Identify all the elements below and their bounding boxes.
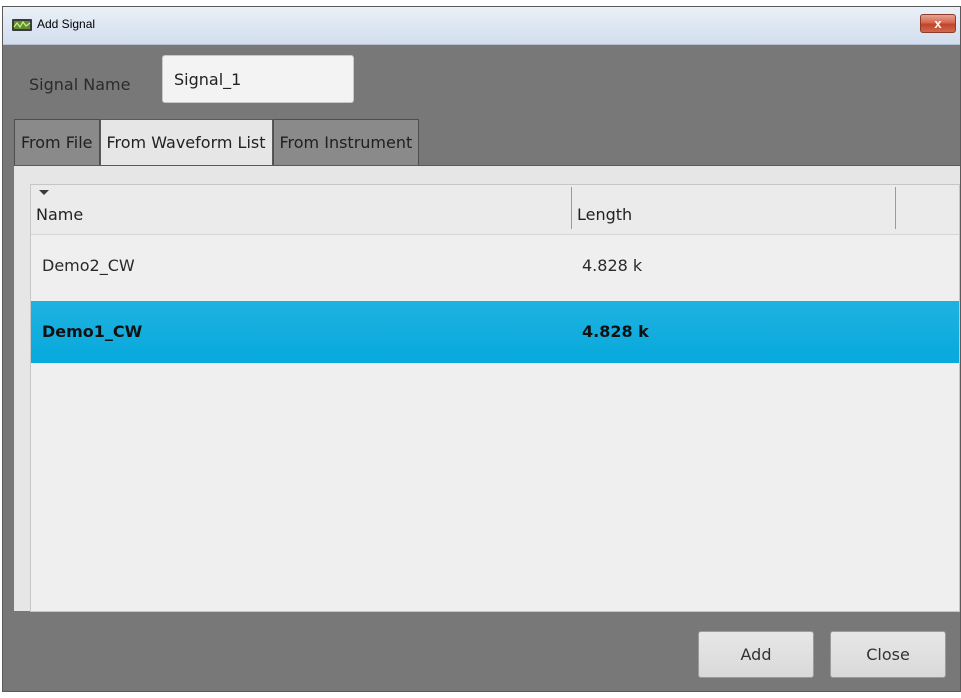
waveform-list-panel: Name Length Demo2_CW 4.828 k Demo1_CW 4.… xyxy=(14,165,960,612)
row-name-cell: Demo2_CW xyxy=(42,256,135,275)
signal-name-input[interactable] xyxy=(162,55,354,103)
table-row[interactable]: Demo2_CW 4.828 k xyxy=(31,235,959,297)
column-divider[interactable] xyxy=(895,187,896,229)
close-icon: x xyxy=(934,16,942,31)
column-header-length-label: Length xyxy=(577,205,633,224)
column-header-name[interactable]: Name xyxy=(31,185,571,235)
table-row-selected[interactable]: Demo1_CW 4.828 k xyxy=(31,301,959,363)
window-close-button[interactable]: x xyxy=(920,14,956,33)
tab-from-file[interactable]: From File xyxy=(14,119,100,165)
app-icon xyxy=(12,19,32,31)
waveform-grid[interactable]: Name Length Demo2_CW 4.828 k Demo1_CW 4.… xyxy=(30,184,960,612)
signal-name-label: Signal Name xyxy=(29,75,131,94)
column-header-name-label: Name xyxy=(36,205,84,224)
tab-from-waveform-list[interactable]: From Waveform List xyxy=(99,119,273,166)
title-bar[interactable]: Add Signal x xyxy=(3,7,960,45)
window-title: Add Signal xyxy=(37,17,96,31)
tab-from-instrument[interactable]: From Instrument xyxy=(272,119,420,165)
column-header-length[interactable]: Length xyxy=(572,185,895,235)
row-length-cell: 4.828 k xyxy=(582,256,643,275)
add-signal-dialog: Add Signal x Signal Name From File From … xyxy=(2,6,961,692)
add-button[interactable]: Add xyxy=(698,631,814,678)
grid-header: Name Length xyxy=(31,185,959,235)
close-button[interactable]: Close xyxy=(830,631,946,678)
source-tabs: From File From Waveform List From Instru… xyxy=(14,119,420,166)
row-name-cell: Demo1_CW xyxy=(42,322,143,341)
row-length-cell: 4.828 k xyxy=(582,322,649,341)
sort-descending-icon xyxy=(39,190,49,195)
